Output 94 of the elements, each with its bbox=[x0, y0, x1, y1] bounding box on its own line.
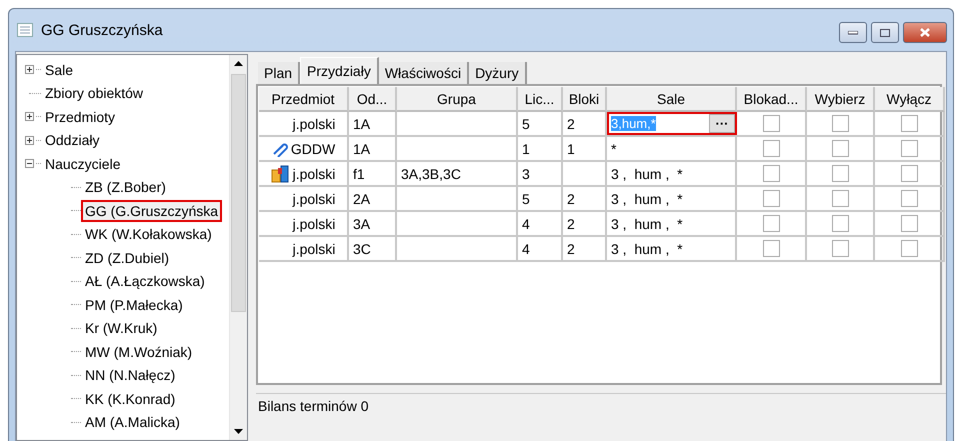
tree-item[interactable]: MW (M.Woźniak) bbox=[83, 342, 194, 361]
checkbox[interactable] bbox=[832, 215, 848, 232]
table-cell: 5 bbox=[522, 190, 530, 206]
expand-icon[interactable] bbox=[25, 112, 34, 122]
tree-item[interactable]: ZB (Z.Bober) bbox=[83, 178, 168, 196]
column-header[interactable]: Od... bbox=[349, 87, 397, 112]
table-cell: 3 , hum , * bbox=[611, 216, 683, 232]
checkbox[interactable] bbox=[762, 140, 780, 157]
expand-icon[interactable] bbox=[25, 136, 34, 145]
tree-item[interactable]: Kr (W.Kruk) bbox=[83, 319, 160, 338]
table-cell: j.polski bbox=[292, 216, 336, 232]
checkbox[interactable] bbox=[762, 215, 780, 232]
browse-button[interactable]: ··· bbox=[709, 114, 735, 133]
checkbox[interactable] bbox=[900, 215, 918, 232]
paperclip-icon bbox=[270, 140, 289, 156]
column-header[interactable]: Wybierz bbox=[807, 87, 875, 112]
table-cell: j.polski bbox=[292, 116, 336, 132]
checkbox[interactable] bbox=[900, 240, 918, 257]
table-cell: 3A bbox=[353, 216, 370, 232]
maximize-button[interactable] bbox=[871, 22, 899, 43]
tree-item[interactable]: GG (G.Gruszczyńska bbox=[83, 202, 220, 220]
tree-item[interactable]: PM (P.Małecka) bbox=[83, 296, 185, 314]
column-header[interactable]: Grupa bbox=[397, 87, 518, 112]
table-cell: 1 bbox=[522, 140, 530, 156]
minimize-button[interactable] bbox=[839, 22, 867, 43]
table-cell: j.polski bbox=[292, 166, 336, 182]
table-cell: 3 , hum , * bbox=[611, 190, 683, 206]
table-cell: 3 , hum , * bbox=[611, 166, 683, 182]
column-header[interactable]: Wyłącz bbox=[875, 87, 945, 112]
table-cell: f1 bbox=[353, 166, 365, 182]
tab[interactable]: Plan bbox=[258, 62, 300, 84]
table-cell: 1A bbox=[353, 116, 370, 132]
column-header[interactable]: Bloki bbox=[563, 87, 607, 112]
table-cell: 1 bbox=[567, 140, 575, 156]
checkbox[interactable] bbox=[832, 165, 848, 182]
expand-icon[interactable] bbox=[25, 65, 34, 74]
tree-item[interactable]: ZD (Z.Dubiel) bbox=[83, 248, 172, 267]
checkbox[interactable] bbox=[762, 115, 780, 132]
table-cell: GDDW bbox=[290, 140, 336, 156]
close-button[interactable] bbox=[903, 22, 947, 43]
table-cell: 3A,3B,3C bbox=[401, 166, 461, 182]
tree-item[interactable]: WK (W.Kołakowska) bbox=[83, 225, 214, 244]
tree-item[interactable]: AM (A.Malicka) bbox=[83, 413, 182, 432]
table-cell: 2 bbox=[567, 190, 575, 206]
tab[interactable]: Dyżury bbox=[469, 62, 527, 84]
table-cell: 5 bbox=[522, 116, 530, 132]
column-header[interactable]: Lic... bbox=[518, 87, 563, 112]
checkbox[interactable] bbox=[832, 140, 848, 157]
checkbox[interactable] bbox=[832, 190, 848, 207]
tree-item[interactable]: Nauczyciele bbox=[43, 154, 122, 173]
column-header[interactable]: Blokad... bbox=[737, 87, 807, 112]
table-cell: 1A bbox=[353, 140, 370, 156]
tab[interactable]: Właściwości bbox=[378, 62, 470, 84]
input-field[interactable]: 3,hum,* ··· bbox=[607, 112, 737, 135]
tree-item[interactable]: Sale bbox=[43, 60, 76, 79]
window-title: GG Gruszczyńska bbox=[41, 22, 164, 38]
minimize-icon bbox=[848, 30, 858, 34]
checkbox[interactable] bbox=[762, 240, 780, 257]
table-cell: 2A bbox=[353, 190, 370, 206]
close-icon bbox=[920, 28, 930, 37]
table-cell: 2 bbox=[567, 216, 575, 232]
table-cell: 4 bbox=[522, 216, 530, 232]
tree-item[interactable]: KK (K.Konrad) bbox=[83, 390, 178, 408]
table-cell: 2 bbox=[567, 116, 575, 132]
books-icon bbox=[270, 164, 291, 182]
collapse-icon[interactable] bbox=[25, 159, 34, 168]
tree-item[interactable]: Oddziały bbox=[43, 131, 102, 150]
status-bar: Bilans terminów 0 bbox=[256, 393, 946, 418]
scrollbar[interactable] bbox=[229, 55, 247, 440]
checkbox[interactable] bbox=[900, 115, 918, 132]
tree-item[interactable]: Przedmioty bbox=[43, 108, 118, 126]
table-cell: 3 bbox=[522, 166, 530, 182]
table-cell: * bbox=[611, 140, 616, 156]
tab[interactable]: Przydziały bbox=[300, 57, 379, 84]
tree-item[interactable]: NN (N.Nałęcz) bbox=[83, 366, 178, 384]
maximize-icon bbox=[880, 28, 890, 36]
tree-item[interactable]: AŁ (A.Łączkowska) bbox=[83, 272, 207, 290]
tree-item[interactable]: Zbiory obiektów bbox=[43, 84, 146, 102]
checkbox[interactable] bbox=[832, 115, 848, 132]
table-cell: 4 bbox=[522, 240, 530, 256]
table-cell: 3C bbox=[353, 240, 371, 256]
table-cell: j.polski bbox=[292, 190, 336, 206]
checkbox[interactable] bbox=[762, 165, 780, 182]
checkbox[interactable] bbox=[832, 240, 848, 257]
window-icon bbox=[17, 23, 33, 37]
table-cell: j.polski bbox=[292, 240, 336, 256]
checkbox[interactable] bbox=[900, 140, 918, 157]
column-header[interactable]: Sale bbox=[607, 87, 737, 112]
checkbox[interactable] bbox=[762, 190, 780, 207]
table-cell: 2 bbox=[567, 240, 575, 256]
table-cell: 3 , hum , * bbox=[611, 240, 683, 256]
column-header[interactable]: Przedmiot bbox=[259, 87, 349, 112]
checkbox[interactable] bbox=[900, 190, 918, 207]
checkbox[interactable] bbox=[900, 165, 918, 182]
